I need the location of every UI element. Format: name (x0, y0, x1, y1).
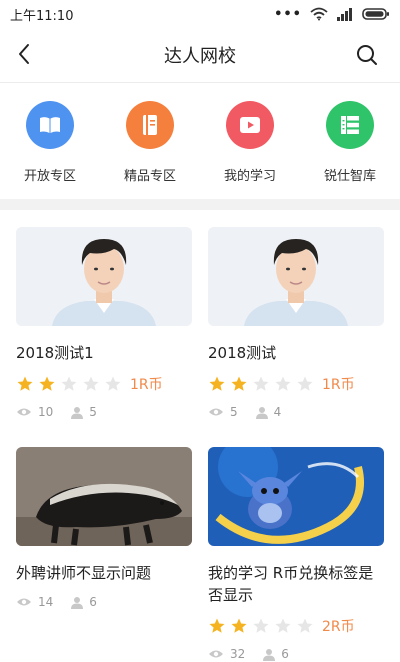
course-card[interactable]: 我的学习 R币兑换标签是否显示 2R币 32 6 (208, 447, 384, 662)
play-icon (226, 101, 274, 149)
notebook-icon (126, 101, 174, 149)
status-time: 上午11:10 (10, 8, 74, 24)
search-icon (357, 45, 377, 65)
course-price: 1R币 (130, 377, 163, 393)
category-library[interactable]: 锐仕智库 (300, 83, 400, 199)
course-rating-row: 2R币 (208, 616, 384, 636)
star-icon (61, 376, 77, 391)
person-icon (71, 596, 84, 609)
course-title: 外聘讲师不显示问题 (16, 564, 152, 582)
person-icon (255, 406, 268, 419)
course-card[interactable]: 2018测试1 1R币 10 5 (16, 227, 192, 420)
star-icon (297, 376, 313, 391)
learner-count: 6 (89, 595, 97, 609)
star-rating (16, 375, 122, 393)
course-thumbnail (208, 447, 384, 546)
category-label: 我的学习 (223, 169, 276, 184)
course-title: 我的学习 R币兑换标签是否显示 (208, 564, 374, 604)
page-title: 达人网校 (164, 46, 236, 67)
eye-icon (209, 650, 223, 658)
course-thumbnail (16, 227, 192, 326)
book-icon (26, 101, 74, 149)
course-thumbnail (16, 447, 192, 546)
category-label: 开放专区 (23, 169, 76, 184)
section-divider (0, 199, 400, 210)
eye-icon (209, 408, 223, 416)
star-icon (275, 376, 291, 391)
star-icon (231, 376, 247, 391)
star-icon (209, 618, 225, 633)
course-title: 2018测试1 (16, 344, 94, 362)
search-button[interactable] (352, 40, 382, 70)
star-icon (253, 376, 269, 391)
view-count: 10 (38, 405, 54, 419)
view-count: 5 (230, 405, 238, 419)
course-title: 2018测试 (208, 344, 277, 362)
eye-icon (17, 598, 31, 606)
course-card[interactable]: 2018测试 1R币 5 4 (208, 227, 384, 420)
course-rating-row: 1R币 (16, 374, 192, 394)
eye-icon (17, 408, 31, 416)
star-icon (297, 618, 313, 633)
star-icon (275, 618, 291, 633)
star-icon (231, 618, 247, 633)
learner-count: 5 (89, 405, 97, 419)
category-open-zone[interactable]: 开放专区 (0, 83, 100, 199)
category-label: 锐仕智库 (323, 169, 376, 184)
status-indicators: ••• (274, 7, 390, 22)
library-icon (326, 101, 374, 149)
star-icon (39, 376, 55, 391)
learner-count: 4 (273, 405, 282, 419)
course-meta: 14 6 (16, 594, 192, 610)
course-meta: 32 6 (208, 646, 384, 662)
course-meta: 10 5 (16, 404, 192, 420)
course-price: 2R币 (322, 619, 355, 635)
status-bar: 上午11:10 ••• (0, 0, 400, 28)
category-shortcuts: 开放专区 精品专区 我的学习 锐仕智库 (0, 83, 400, 199)
category-premium-zone[interactable]: 精品专区 (100, 83, 200, 199)
star-icon (83, 376, 99, 391)
course-card[interactable]: 外聘讲师不显示问题 14 6 (16, 447, 192, 610)
star-icon (253, 618, 269, 633)
star-rating (208, 375, 314, 393)
star-icon (105, 376, 121, 391)
star-rating (208, 617, 314, 635)
view-count: 14 (38, 595, 54, 609)
person-icon (71, 406, 84, 419)
signal-icon (337, 8, 352, 21)
navigation-bar: 达人网校 (0, 28, 400, 83)
category-label: 精品专区 (123, 169, 176, 184)
star-icon (17, 376, 33, 391)
star-icon (209, 376, 225, 391)
course-thumbnail (208, 227, 384, 326)
wifi-icon (310, 7, 328, 21)
course-price: 1R币 (322, 377, 355, 393)
category-my-learning[interactable]: 我的学习 (200, 83, 300, 199)
battery-icon (362, 8, 389, 20)
course-rating-row: 1R币 (208, 374, 384, 394)
course-meta: 5 4 (208, 404, 384, 420)
more-notifications-icon: ••• (274, 6, 302, 22)
